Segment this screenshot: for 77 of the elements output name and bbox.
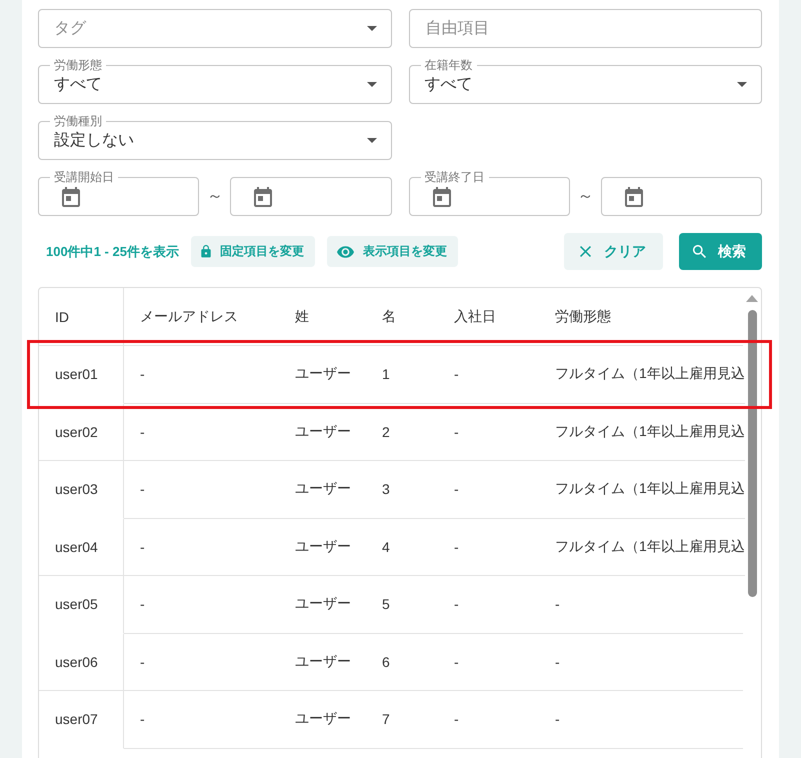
select-field[interactable]: 労働種別 設定しない bbox=[38, 115, 392, 160]
table-cell: user06 bbox=[39, 634, 124, 691]
close-icon bbox=[580, 246, 591, 257]
clear-button[interactable]: クリア bbox=[564, 233, 663, 270]
table-cell: - bbox=[539, 634, 743, 691]
dropdown-caret-icon bbox=[366, 138, 376, 143]
eye-icon bbox=[336, 246, 354, 258]
table-cell: - bbox=[438, 691, 539, 748]
table-cell: - bbox=[124, 404, 279, 461]
column-header: 名 bbox=[366, 288, 438, 346]
table-cell: ユーザー bbox=[279, 404, 366, 461]
select-field[interactable]: 労働形態 すべて bbox=[38, 59, 392, 104]
table-cell: 3 bbox=[366, 461, 438, 518]
table-cell: ユーザー bbox=[279, 518, 366, 576]
calendar-icon bbox=[62, 186, 80, 206]
date-field[interactable]: 受講開始日 bbox=[38, 171, 200, 216]
table-cell: 1 bbox=[366, 346, 438, 404]
table-cell: user05 bbox=[39, 576, 124, 634]
table-cell: - bbox=[124, 461, 279, 518]
select-field[interactable]: タグ bbox=[38, 9, 392, 48]
date-field[interactable]: 受講終了日 bbox=[408, 171, 570, 216]
text-field[interactable]: 自由項目 bbox=[408, 9, 762, 48]
table-cell: - bbox=[124, 518, 279, 576]
table-cell: user07 bbox=[39, 691, 124, 748]
column-header: 入社日 bbox=[438, 288, 539, 346]
calendar-icon bbox=[432, 186, 450, 206]
date-field[interactable] bbox=[600, 177, 762, 216]
table-cell: フルタイム（1年以上雇用見込 bbox=[539, 346, 745, 404]
table-cell: ユーザー bbox=[279, 691, 366, 748]
table-cell: - bbox=[539, 691, 743, 748]
table-cell: - bbox=[438, 461, 539, 518]
table-cell: 5 bbox=[366, 576, 438, 634]
table-cell: user01 bbox=[39, 346, 124, 404]
table-cell: user03 bbox=[39, 461, 124, 518]
table-cell: - bbox=[438, 346, 539, 404]
table-cell: - bbox=[438, 576, 539, 634]
range-separator: ～ bbox=[576, 187, 594, 207]
column-header: 労働形態 bbox=[539, 288, 743, 346]
result-count: 100件中1 - 25件を表示 bbox=[45, 242, 179, 260]
table-cell: - bbox=[438, 634, 539, 691]
table-cell: - bbox=[539, 576, 743, 634]
table-cell: - bbox=[124, 576, 279, 634]
range-separator: ～ bbox=[206, 187, 224, 207]
table-cell: - bbox=[438, 404, 539, 461]
calendar-icon bbox=[254, 186, 272, 206]
visible-columns-button[interactable]: 表示項目を変更 bbox=[326, 236, 458, 267]
dropdown-caret-icon bbox=[366, 26, 376, 31]
table-cell: ユーザー bbox=[279, 634, 366, 691]
table-cell: 2 bbox=[366, 404, 438, 461]
table-cell: user04 bbox=[39, 518, 124, 576]
table-cell: フルタイム（1年以上雇用見込 bbox=[539, 461, 745, 518]
column-header: メールアドレス bbox=[124, 288, 279, 346]
table-cell: - bbox=[124, 691, 279, 748]
search-icon bbox=[693, 245, 706, 258]
table-cell: ユーザー bbox=[279, 461, 366, 518]
table-cell: 7 bbox=[366, 691, 438, 748]
lock-icon bbox=[200, 245, 211, 258]
date-field[interactable] bbox=[230, 177, 392, 216]
table-cell: フルタイム（1年以上雇用見込 bbox=[539, 404, 745, 461]
table-cell: フルタイム（1年以上雇用見込 bbox=[539, 518, 745, 576]
table-cell: ユーザー bbox=[279, 576, 366, 634]
select-field[interactable]: 在籍年数 すべて bbox=[408, 59, 762, 104]
search-button[interactable]: 検索 bbox=[679, 233, 762, 270]
table-cell: - bbox=[124, 346, 279, 404]
table-cell: - bbox=[438, 518, 539, 576]
scrollbar-thumb[interactable] bbox=[748, 310, 756, 597]
table-cell: ユーザー bbox=[279, 346, 366, 404]
table-cell: 4 bbox=[366, 518, 438, 576]
fixed-columns-button[interactable]: 固定項目を変更 bbox=[190, 236, 315, 267]
calendar-icon bbox=[624, 186, 643, 206]
table-cell: 6 bbox=[366, 634, 438, 691]
column-header: 姓 bbox=[279, 288, 366, 346]
column-header: ID bbox=[39, 288, 124, 346]
dropdown-caret-icon bbox=[737, 82, 747, 87]
table-cell: - bbox=[124, 634, 279, 691]
dropdown-caret-icon bbox=[366, 82, 376, 87]
table-cell: user02 bbox=[39, 404, 124, 461]
